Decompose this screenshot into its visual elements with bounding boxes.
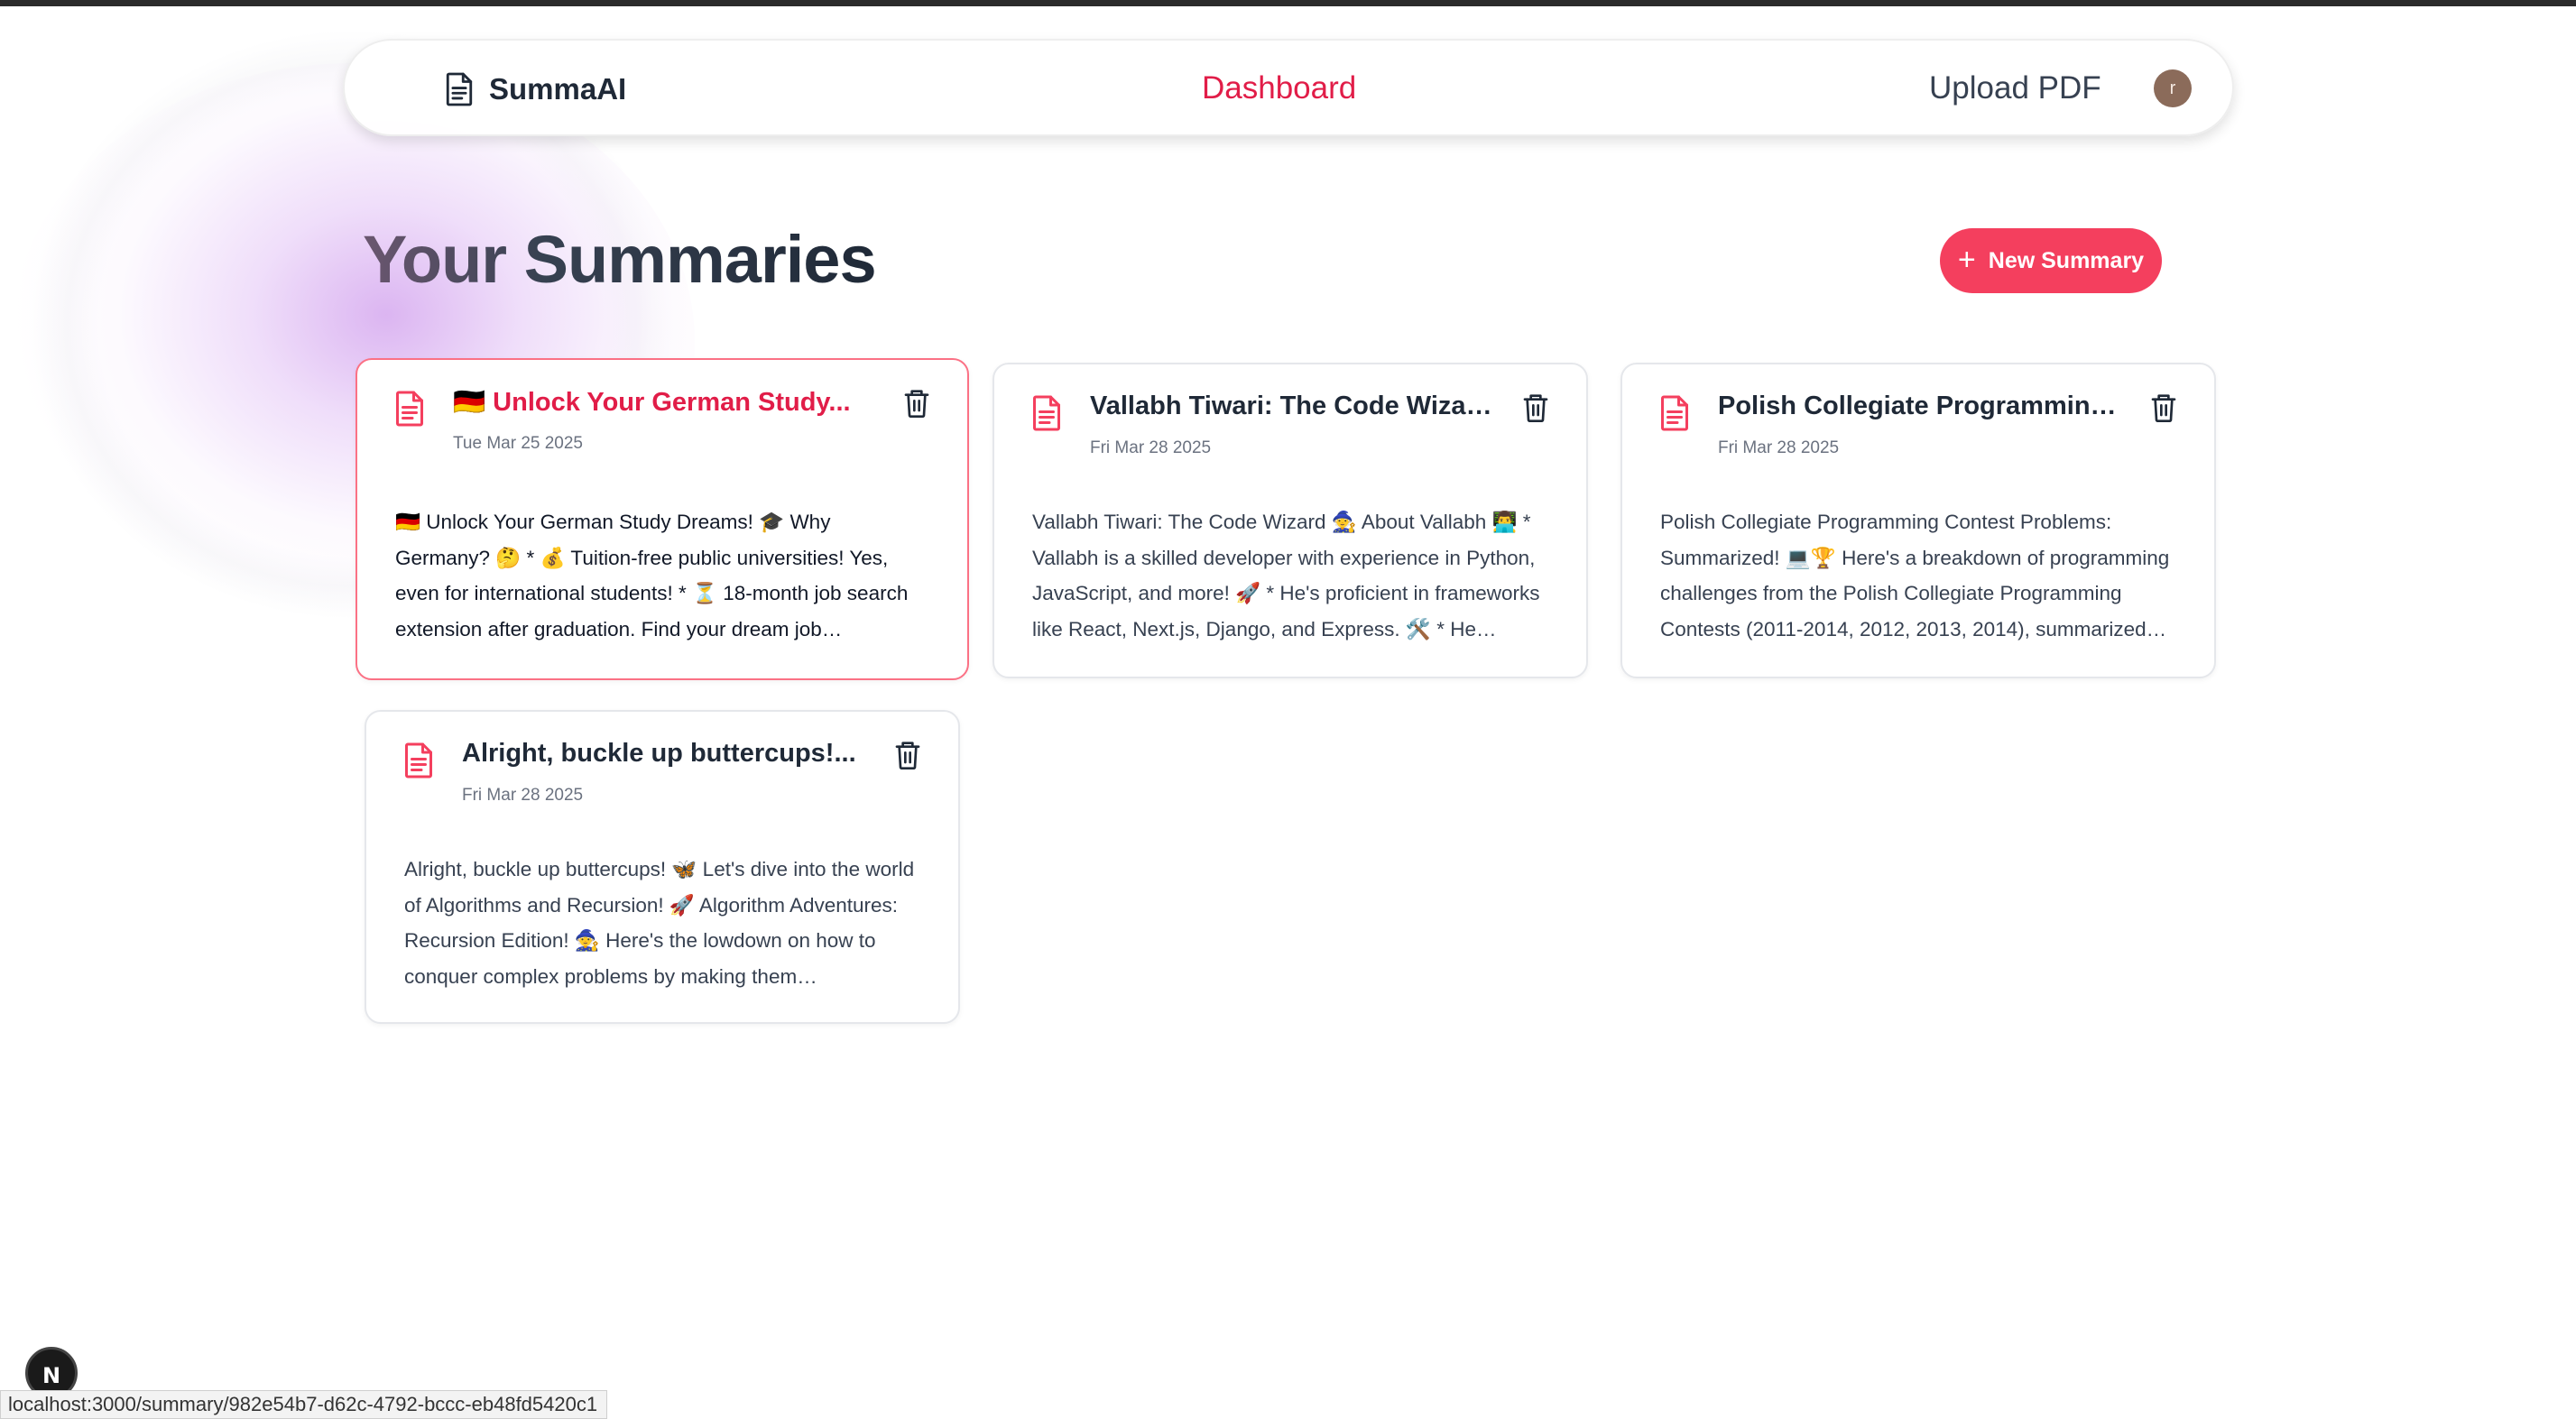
summary-excerpt: Vallabh Tiwari: The Code Wizard 🧙 About …: [1032, 511, 1540, 640]
trash-icon[interactable]: [1521, 392, 1550, 424]
summary-date: Fri Mar 28 2025: [1090, 438, 1212, 457]
browser-top-edge: [0, 0, 2576, 6]
summary-card[interactable]: Vallabh Tiwari: The Code Wizar... Fri Ma…: [993, 363, 1588, 678]
summary-excerpt: Alright, buckle up buttercups! 🦋 Let's d…: [404, 858, 915, 988]
brand-name: SummaAI: [489, 72, 627, 106]
summary-title: Vallabh Tiwari: The Code Wizar...: [1090, 392, 1496, 420]
summary-excerpt: Polish Collegiate Programming Contest Pr…: [1660, 511, 2170, 640]
page-title: Your Summaries: [363, 222, 877, 297]
new-summary-label: New Summary: [1988, 247, 2145, 273]
summary-date: Fri Mar 28 2025: [1718, 438, 1840, 457]
file-text-icon: [1661, 395, 1688, 431]
trash-icon[interactable]: [902, 387, 931, 419]
summary-title: 🇩🇪 Unlock Your German Study...: [453, 388, 851, 417]
trash-icon[interactable]: [2149, 392, 2178, 424]
top-navbar: SummaAI Dashboard Upload PDF r: [343, 39, 2234, 136]
brand-logo-link[interactable]: SummaAI: [444, 68, 626, 111]
nav-upload-pdf-link[interactable]: Upload PDF: [1929, 66, 2101, 111]
status-bar-url: localhost:3000/summary/982e54b7-d62c-479…: [0, 1390, 608, 1419]
summary-card[interactable]: 🇩🇪 Unlock Your German Study... Tue Mar 2…: [355, 358, 969, 680]
summary-card[interactable]: Alright, buckle up buttercups!... Fri Ma…: [365, 710, 960, 1024]
file-text-icon: [396, 391, 423, 427]
summary-title: Alright, buckle up buttercups!...: [462, 739, 856, 768]
nav-dashboard-link[interactable]: Dashboard: [1202, 66, 1356, 111]
plus-icon: +: [1957, 242, 1976, 277]
summary-date: Fri Mar 28 2025: [462, 786, 584, 805]
trash-icon[interactable]: [893, 739, 922, 771]
file-text-icon: [1033, 395, 1060, 431]
document-icon: [446, 72, 473, 106]
new-summary-button[interactable]: + New Summary: [1940, 228, 2162, 293]
summary-card[interactable]: Polish Collegiate Programming... Fri Mar…: [1620, 363, 2216, 678]
summary-title: Polish Collegiate Programming...: [1718, 392, 2124, 420]
user-avatar[interactable]: r: [2154, 69, 2192, 107]
summary-excerpt: 🇩🇪 Unlock Your German Study Dreams! 🎓 Wh…: [395, 511, 909, 640]
file-text-icon: [405, 742, 432, 779]
summary-date: Tue Mar 25 2025: [453, 434, 583, 453]
